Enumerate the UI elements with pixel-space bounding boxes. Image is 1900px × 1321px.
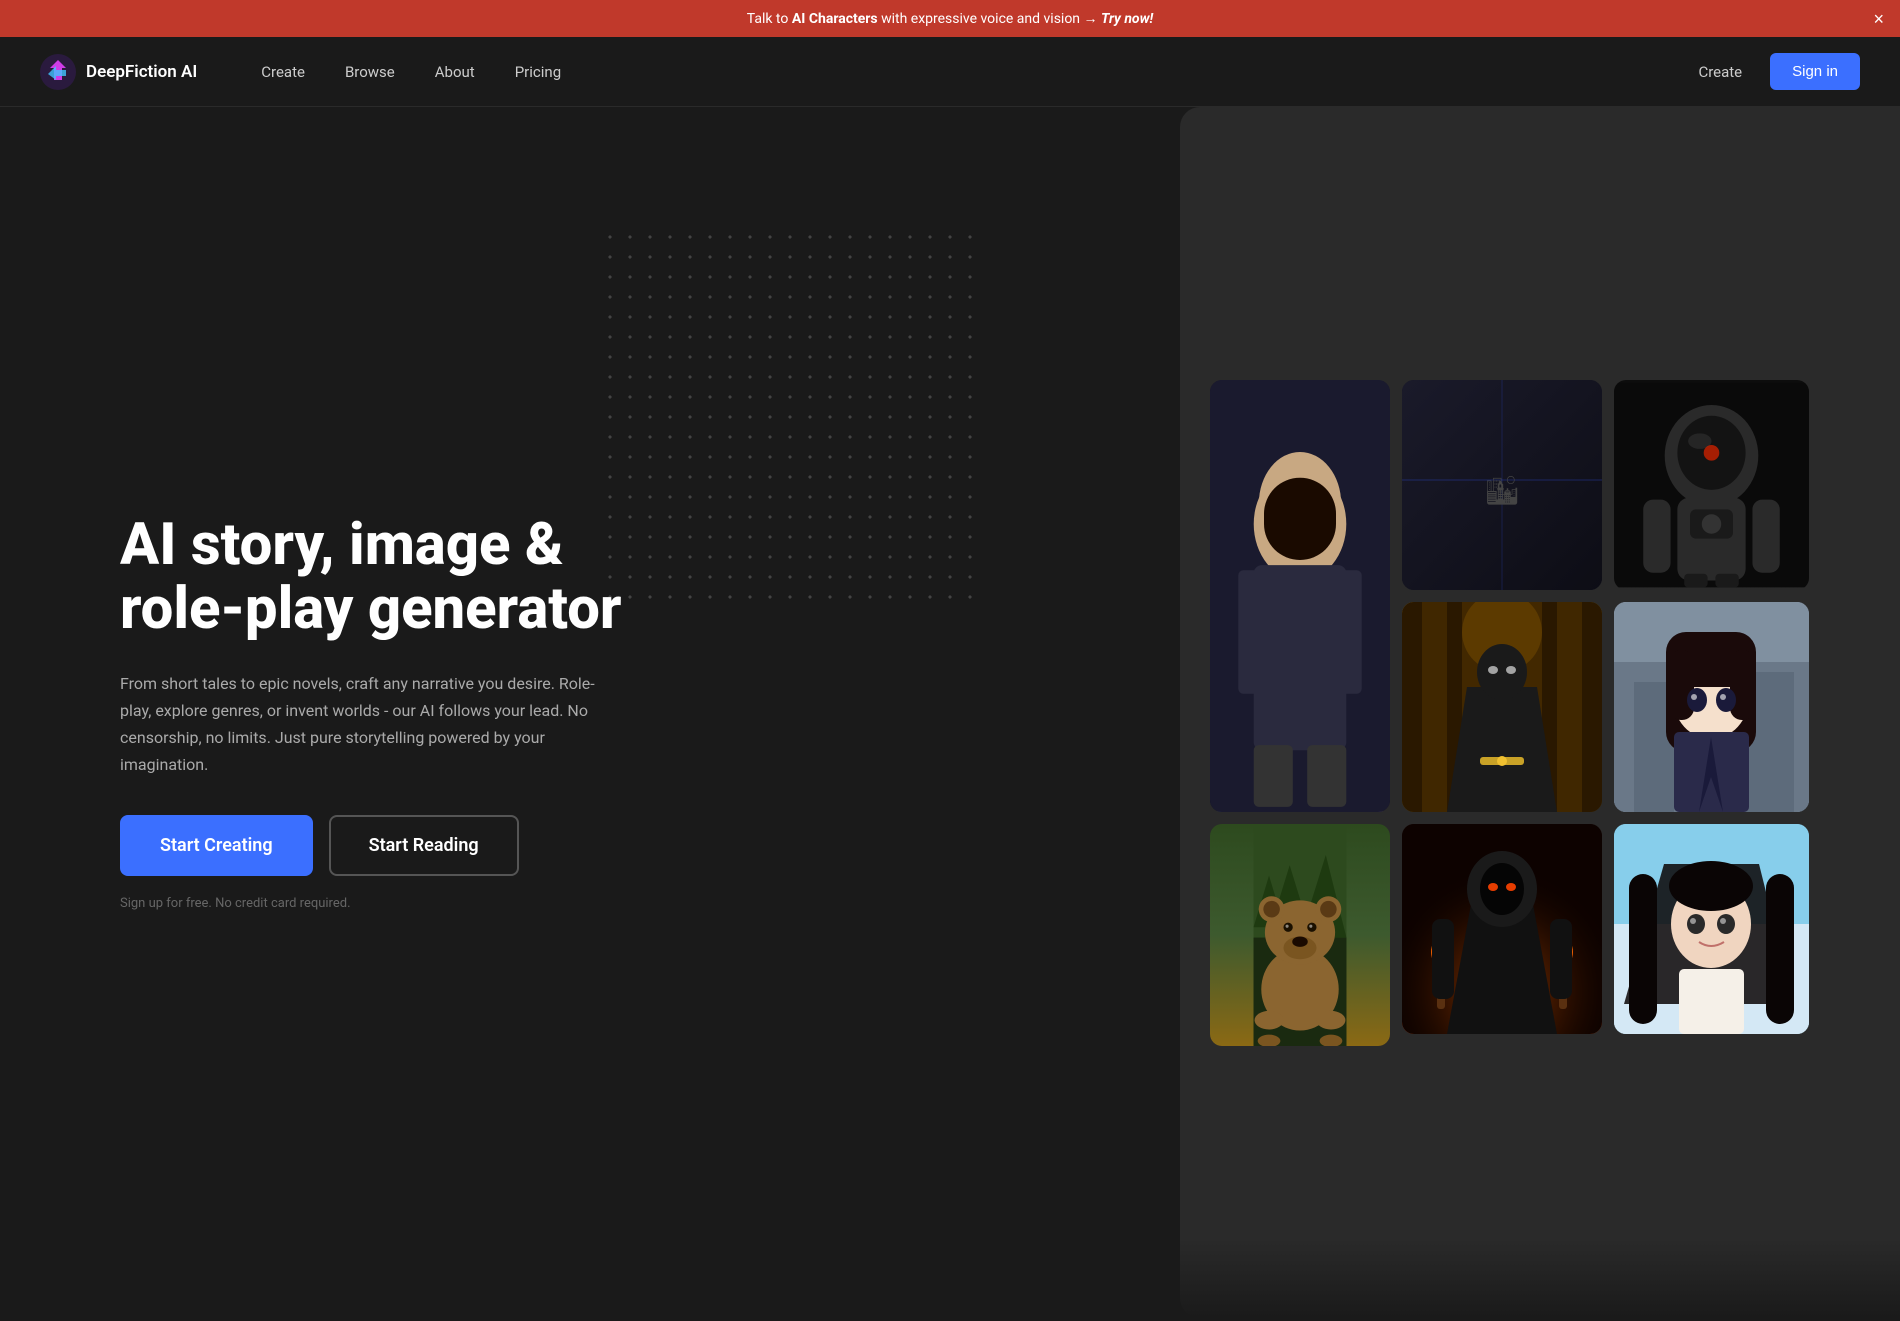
start-creating-button[interactable]: Start Creating — [120, 815, 313, 876]
image-card-dark-top: 🏙 — [1402, 380, 1602, 590]
image-card-dark-knight — [1402, 602, 1602, 812]
image-card-spaceman — [1614, 380, 1809, 590]
hero-content: AI story, image & role-play generator Fr… — [120, 514, 680, 910]
logo[interactable]: DeepFiction AI — [40, 54, 197, 90]
image-card-fire-mage — [1402, 824, 1602, 1034]
sign-in-button[interactable]: Sign in — [1770, 53, 1860, 90]
hero-footnote: Sign up for free. No credit card require… — [120, 896, 680, 911]
logo-icon — [40, 54, 76, 90]
image-card-female-warrior — [1210, 380, 1390, 812]
hero-section: AI story, image & role-play generator Fr… — [0, 107, 1900, 1318]
announcement-cta[interactable]: Try now! — [1101, 11, 1153, 27]
hero-description: From short tales to epic novels, craft a… — [120, 670, 600, 779]
hero-title: AI story, image & role-play generator — [120, 514, 680, 642]
nav-about[interactable]: About — [419, 55, 491, 89]
nav-pricing[interactable]: Pricing — [499, 55, 577, 89]
announcement-close-button[interactable]: × — [1873, 10, 1884, 28]
image-card-bear — [1210, 824, 1390, 1046]
start-reading-button[interactable]: Start Reading — [329, 815, 519, 876]
image-card-dark-woman — [1614, 824, 1809, 1034]
logo-text: DeepFiction AI — [86, 62, 197, 82]
announcement-text: Talk to AI Characters with expressive vo… — [747, 10, 1153, 27]
hero-buttons: Start Creating Start Reading — [120, 815, 680, 876]
nav-action-create[interactable]: Create — [1682, 55, 1758, 89]
navbar: DeepFiction AI Create Browse About Prici… — [0, 37, 1900, 107]
announcement-bar: Talk to AI Characters with expressive vo… — [0, 0, 1900, 37]
image-card-anime-girl — [1614, 602, 1809, 812]
nav-actions: Create Sign in — [1682, 53, 1860, 90]
nav-links: Create Browse About Pricing — [245, 55, 1682, 89]
nav-create[interactable]: Create — [245, 55, 321, 89]
image-grid: 🏙 — [1180, 107, 1900, 1318]
svg-text:🏙: 🏙 — [1484, 474, 1520, 507]
nav-browse[interactable]: Browse — [329, 55, 411, 89]
